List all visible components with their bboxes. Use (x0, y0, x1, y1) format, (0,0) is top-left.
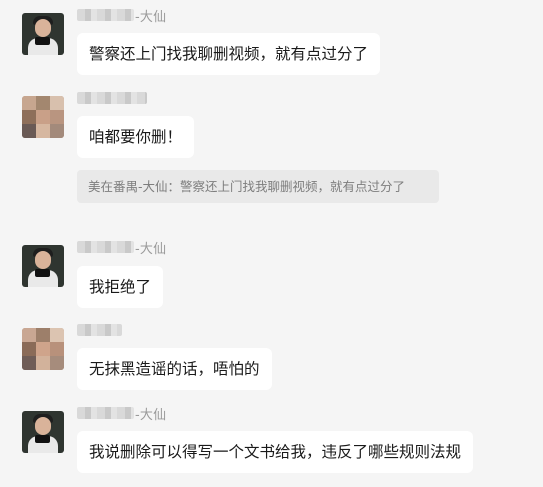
sender-avatar[interactable] (22, 411, 64, 453)
sender-avatar[interactable] (22, 96, 64, 138)
quoted-message[interactable]: 美在番禺-大仙：警察还上门找我聊删视频，就有点过分了 (77, 170, 439, 203)
sender-avatar[interactable] (22, 328, 64, 370)
sender-avatar[interactable] (22, 245, 64, 287)
sender-name-blurred (77, 9, 134, 21)
sender-name-suffix: -大仙 (135, 242, 167, 257)
message-bubble[interactable]: 我说删除可以得写一个文书给我，违反了哪些规则法规 (77, 431, 474, 473)
sender-name-blurred (77, 241, 134, 253)
message-bubble[interactable]: 我拒绝了 (77, 266, 164, 308)
sender-avatar[interactable] (22, 13, 64, 55)
sender-name-blurred (77, 407, 134, 419)
message-bubble[interactable]: 无抹黑造谣的话，唔怕的 (77, 348, 272, 390)
sender-name-blurred (77, 324, 122, 336)
message-bubble[interactable]: 咱都要你删！ (77, 116, 195, 158)
sender-name-suffix: -大仙 (135, 10, 167, 25)
sender-name-blurred (77, 92, 147, 104)
message-bubble[interactable]: 警察还上门找我聊删视频，就有点过分了 (77, 33, 381, 75)
sender-name-suffix: -大仙 (135, 408, 167, 423)
